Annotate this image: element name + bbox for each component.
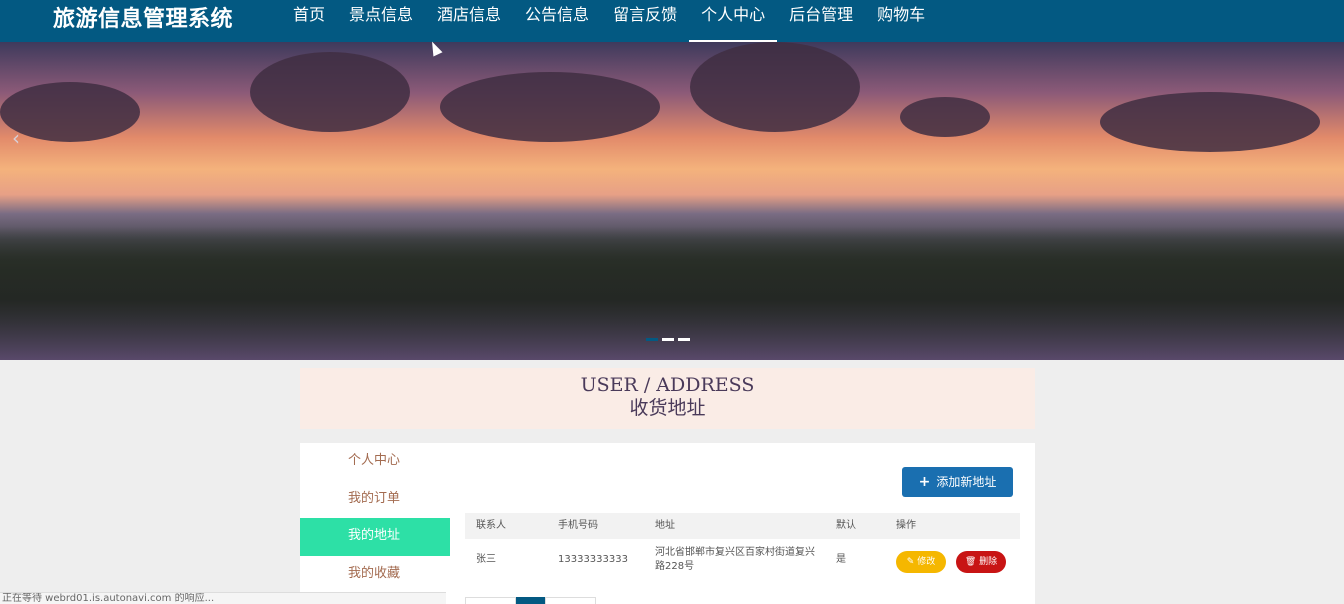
- delete-label: 删除: [979, 557, 998, 567]
- nav-item-personal-center[interactable]: 个人中心: [689, 0, 778, 42]
- cloud-shape: [1100, 92, 1320, 152]
- section-title-panel: USER / ADDRESS 收货地址: [300, 368, 1035, 429]
- user-sidebar: 个人中心 我的订单 我的地址 我的收藏: [300, 443, 450, 593]
- cloud-shape: [250, 52, 410, 132]
- nav-item-notices[interactable]: 公告信息: [513, 0, 601, 42]
- pagination: [465, 597, 596, 604]
- header-contact: 联系人: [476, 520, 506, 531]
- address-table: 联系人 手机号码 地址 默认 操作 张三 13333333333 河北省邯郸市复…: [465, 513, 1020, 581]
- header-address: 地址: [655, 520, 675, 531]
- table-row: 张三 13333333333 河北省邯郸市复兴区百家村街道复兴路228号 是 ✎…: [465, 539, 1020, 581]
- carousel-dots: [646, 338, 690, 341]
- top-nav-bar: 旅游信息管理系统 首页 景点信息 酒店信息 公告信息 留言反馈 个人中心 后台管…: [0, 0, 1344, 42]
- table-header: 联系人 手机号码 地址 默认 操作: [465, 513, 1020, 539]
- cell-default: 是: [836, 554, 846, 565]
- pencil-icon: ✎: [906, 557, 918, 567]
- cell-contact: 张三: [476, 554, 496, 565]
- header-phone: 手机号码: [558, 520, 598, 531]
- banner-carousel: ‹: [0, 42, 1344, 360]
- cloud-shape: [440, 72, 660, 142]
- sidebar-item-favorites[interactable]: 我的收藏: [300, 556, 450, 594]
- edit-label: 修改: [917, 557, 936, 567]
- nav-item-hotels[interactable]: 酒店信息: [425, 0, 513, 42]
- edit-address-button[interactable]: ✎ 修改: [896, 551, 946, 573]
- trash-icon: 🗑: [964, 557, 980, 567]
- app-title[interactable]: 旅游信息管理系统: [53, 1, 233, 33]
- cloud-shape: [900, 97, 990, 137]
- cell-address: 河北省邯郸市复兴区百家村街道复兴路228号: [655, 547, 815, 572]
- delete-address-button[interactable]: 🗑 删除: [956, 551, 1006, 573]
- carousel-dot[interactable]: [646, 338, 658, 341]
- nav-item-home[interactable]: 首页: [281, 0, 337, 42]
- carousel-dot[interactable]: [678, 338, 690, 341]
- nav-item-cart[interactable]: 购物车: [865, 0, 937, 42]
- header-default: 默认: [836, 520, 856, 531]
- cloud-shape: [690, 42, 860, 132]
- nav-item-attractions[interactable]: 景点信息: [337, 0, 425, 42]
- sidebar-item-personal-center[interactable]: 个人中心: [300, 443, 450, 481]
- nav-item-feedback[interactable]: 留言反馈: [601, 0, 689, 42]
- address-content: 个人中心 我的订单 我的地址 我的收藏 + 添加新地址 联系人 手机号码 地址 默…: [300, 443, 1035, 604]
- pagination-page[interactable]: [516, 597, 545, 604]
- pagination-prev[interactable]: [465, 597, 516, 604]
- header-actions: 操作: [896, 520, 916, 531]
- pagination-next[interactable]: [545, 597, 596, 604]
- section-title-en: USER / ADDRESS: [580, 374, 755, 396]
- add-address-label: 添加新地址: [936, 475, 997, 489]
- carousel-dot[interactable]: [662, 338, 674, 341]
- carousel-prev-icon[interactable]: ‹: [12, 126, 20, 150]
- main-nav: 首页 景点信息 酒店信息 公告信息 留言反馈 个人中心 后台管理 购物车: [281, 0, 937, 42]
- cloud-shape: [0, 82, 140, 142]
- sidebar-item-addresses[interactable]: 我的地址: [300, 518, 450, 556]
- plus-icon: +: [918, 474, 931, 490]
- add-address-button[interactable]: + 添加新地址: [902, 467, 1013, 497]
- nav-item-admin[interactable]: 后台管理: [777, 0, 865, 42]
- browser-status-bar: 正在等待 webrd01.is.autonavi.com 的响应...: [0, 592, 446, 604]
- section-title-zh: 收货地址: [629, 397, 706, 419]
- sidebar-item-orders[interactable]: 我的订单: [300, 481, 450, 519]
- cell-phone: 13333333333: [558, 554, 628, 565]
